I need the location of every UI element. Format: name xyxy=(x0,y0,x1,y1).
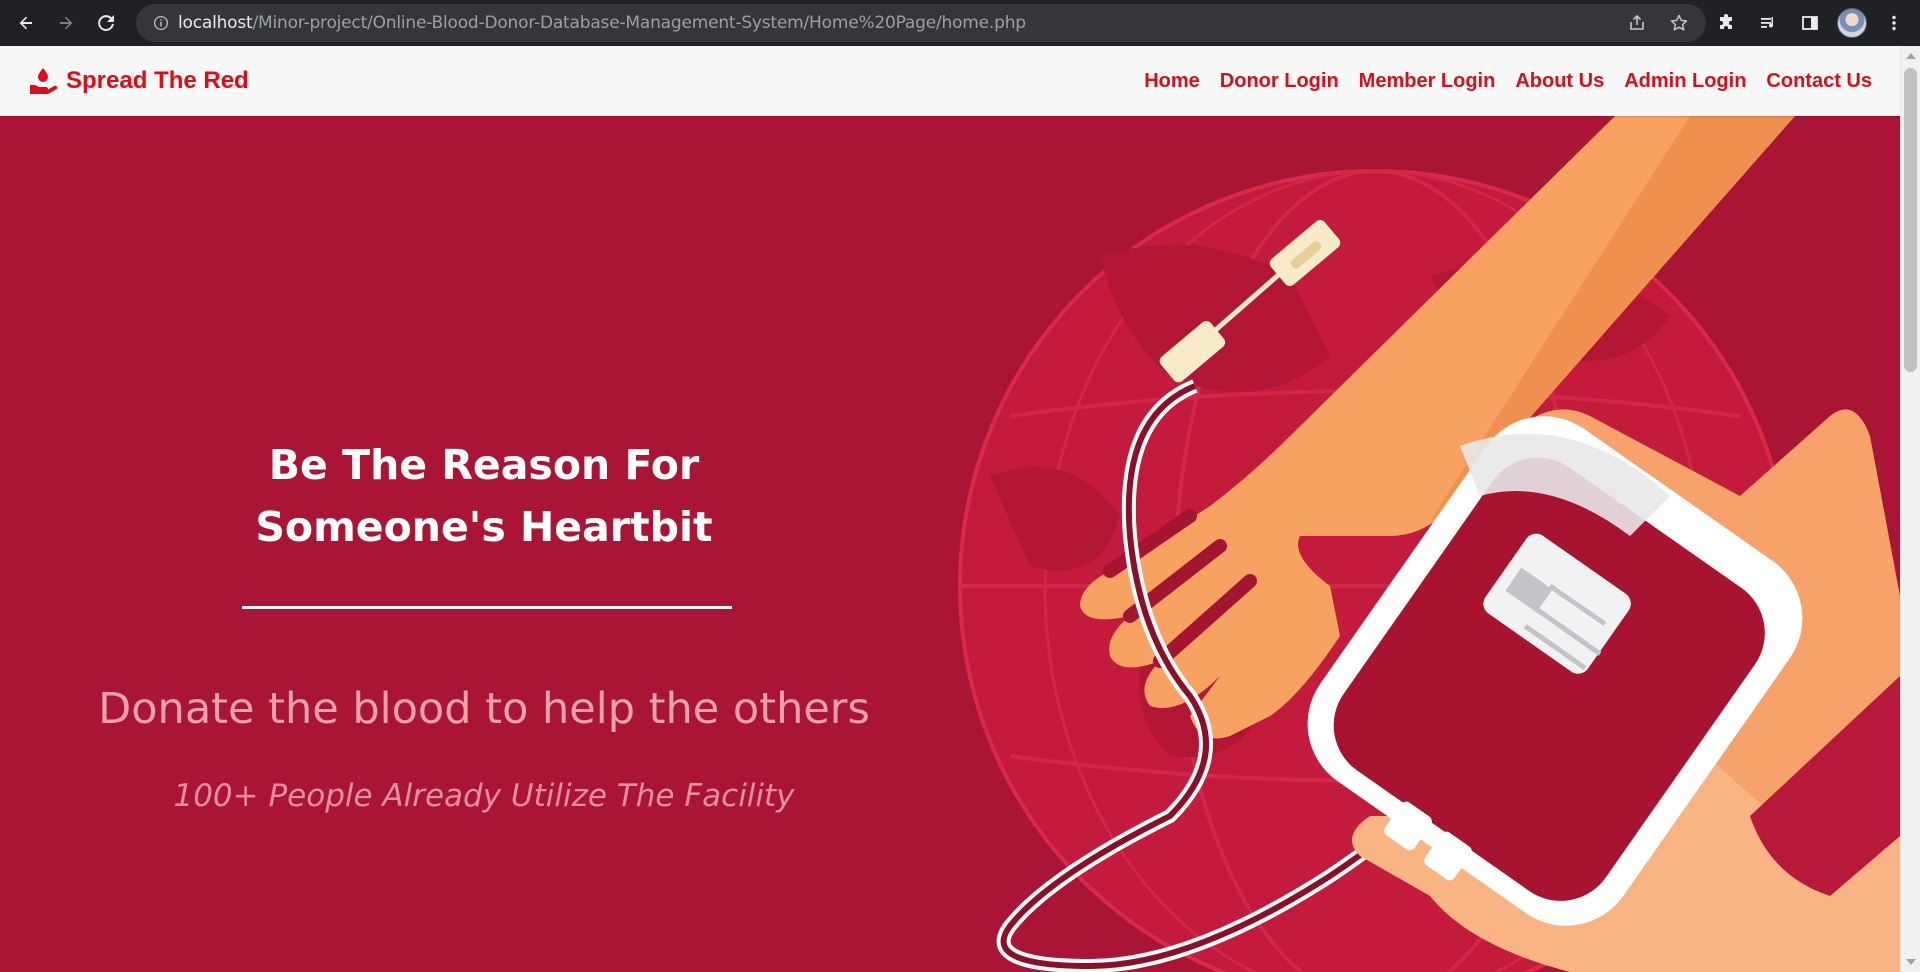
nav-link-admin-login[interactable]: Admin Login xyxy=(1624,70,1746,93)
vertical-scrollbar[interactable] xyxy=(1900,46,1920,972)
extensions-button[interactable] xyxy=(1706,3,1746,43)
share-icon xyxy=(1630,14,1644,30)
side-panel-icon xyxy=(1802,16,1818,30)
media-controls-button[interactable] xyxy=(1748,3,1788,43)
hero-tagline: 100+ People Already Utilize The Facility xyxy=(173,778,795,814)
url-path: /Minor-project/Online-Blood-Donor-Databa… xyxy=(252,13,1027,33)
playlist-icon xyxy=(1761,17,1774,28)
nav-link-home[interactable]: Home xyxy=(1144,70,1200,93)
hand-blood-drop-icon xyxy=(30,68,58,94)
nav-link-about-us[interactable]: About Us xyxy=(1515,70,1604,93)
headline-divider xyxy=(242,606,732,609)
puzzle-icon xyxy=(1720,14,1732,29)
address-bar[interactable]: localhost/Minor-project/Online-Blood-Don… xyxy=(136,4,1706,42)
forward-button[interactable] xyxy=(46,3,86,43)
avatar xyxy=(1837,8,1867,38)
nav-link-member-login[interactable]: Member Login xyxy=(1359,70,1496,93)
menu-button[interactable] xyxy=(1874,3,1914,43)
share-button[interactable] xyxy=(1620,6,1654,40)
arrow-left-icon xyxy=(19,16,32,30)
reload-button[interactable] xyxy=(86,3,126,43)
hero-section: Be The Reason For Someone's Heartbit Don… xyxy=(0,116,1900,972)
back-button[interactable] xyxy=(6,3,46,43)
headline-line-1: Be The Reason For xyxy=(268,441,700,489)
url-text: localhost/Minor-project/Online-Blood-Don… xyxy=(178,13,1026,33)
scroll-down-arrow-icon[interactable] xyxy=(1906,959,1916,965)
site-navbar: Spread The Red Home Donor Login Member L… xyxy=(0,46,1900,116)
reload-icon xyxy=(98,15,114,31)
bookmark-button[interactable] xyxy=(1662,6,1696,40)
hero-subline: Donate the blood to help the others xyxy=(98,684,870,734)
site-info-icon[interactable] xyxy=(144,15,178,31)
scroll-up-arrow-icon[interactable] xyxy=(1906,53,1916,59)
side-panel-button[interactable] xyxy=(1790,3,1830,43)
blood-donation-illustration xyxy=(958,116,1900,972)
nav-link-contact-us[interactable]: Contact Us xyxy=(1766,70,1872,93)
nav-menu: Home Donor Login Member Login About Us A… xyxy=(1144,46,1872,116)
arrow-right-icon xyxy=(60,16,73,30)
hero-headline: Be The Reason For Someone's Heartbit xyxy=(0,434,968,558)
page-viewport: Spread The Red Home Donor Login Member L… xyxy=(0,46,1900,972)
profile-button[interactable] xyxy=(1832,3,1872,43)
brand-name: Spread The Red xyxy=(66,67,249,94)
headline-line-2: Someone's Heartbit xyxy=(255,503,713,551)
url-host: localhost xyxy=(178,13,253,33)
hero-text-block: Be The Reason For Someone's Heartbit Don… xyxy=(0,116,968,972)
kebab-menu-icon xyxy=(1892,15,1896,31)
browser-toolbar: localhost/Minor-project/Online-Blood-Don… xyxy=(0,0,1920,46)
brand-logo-link[interactable]: Spread The Red xyxy=(28,66,249,96)
star-icon xyxy=(1670,14,1688,31)
scrollbar-thumb[interactable] xyxy=(1904,68,1917,372)
nav-link-donor-login[interactable]: Donor Login xyxy=(1220,70,1339,93)
